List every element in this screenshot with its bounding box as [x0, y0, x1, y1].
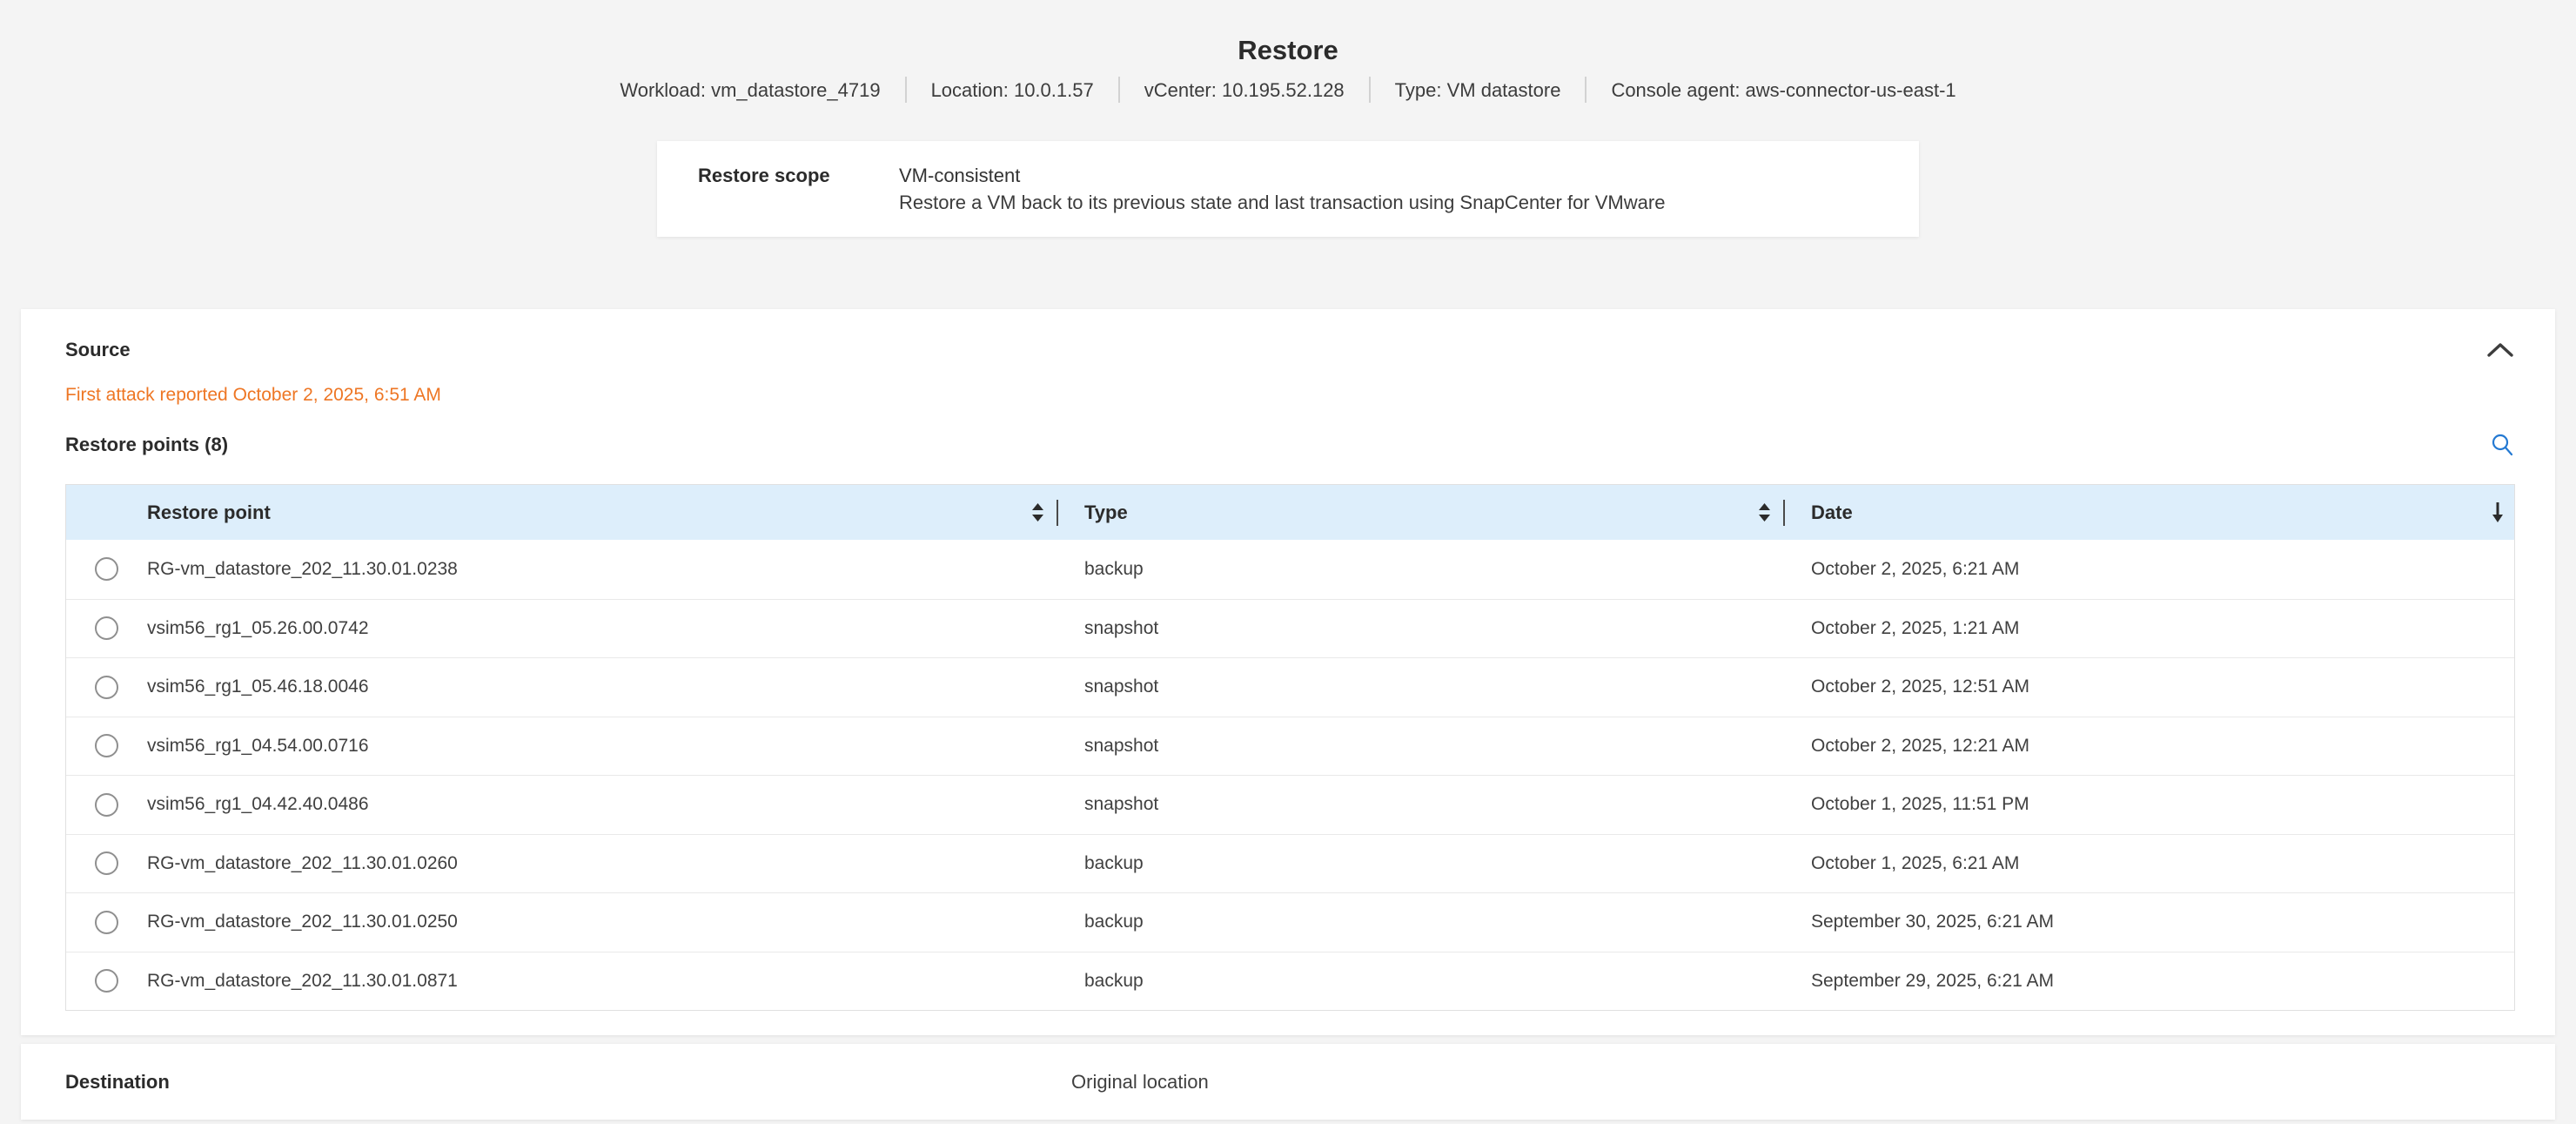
restore-points-table: Restore point Type: [65, 484, 2515, 1011]
restore-point-radio[interactable]: [95, 557, 118, 581]
restore-scope-card: Restore scope VM-consistent Restore a VM…: [657, 141, 1919, 237]
restore-point-name-cell: RG-vm_datastore_202_11.30.01.0260: [147, 853, 1058, 874]
table-header-row: Restore point Type: [66, 485, 2514, 540]
type-cell: snapshot: [1058, 794, 1785, 815]
destination-label: Destination: [65, 1071, 1071, 1094]
date-cell: October 1, 2025, 6:21 AM: [1785, 853, 2514, 874]
table-row[interactable]: vsim56_rg1_04.54.00.0716 snapshot Octobe…: [66, 717, 2514, 776]
meta-console-agent: Console agent: aws-connector-us-east-1: [1611, 78, 1955, 102]
meta-separator: [1585, 77, 1587, 103]
date-cell: October 2, 2025, 12:51 AM: [1785, 676, 2514, 697]
sort-both-icon[interactable]: [1758, 503, 1771, 522]
source-section-title: Source: [65, 339, 131, 361]
restore-point-radio[interactable]: [95, 911, 118, 934]
column-header-date[interactable]: Date: [1785, 485, 2514, 540]
column-header-restore-point[interactable]: Restore point: [147, 485, 1058, 540]
restore-point-name-cell: RG-vm_datastore_202_11.30.01.0871: [147, 971, 1058, 992]
radio-column-header: [66, 485, 147, 540]
restore-points-count-label: Restore points (8): [65, 434, 228, 456]
table-row[interactable]: vsim56_rg1_05.46.18.0046 snapshot Octobe…: [66, 657, 2514, 717]
arrow-down-icon[interactable]: [2490, 501, 2506, 524]
restore-point-radio[interactable]: [95, 734, 118, 757]
restore-point-name-cell: RG-vm_datastore_202_11.30.01.0250: [147, 912, 1058, 932]
meta-vcenter: vCenter: 10.195.52.128: [1144, 78, 1345, 102]
search-icon[interactable]: [2489, 432, 2515, 458]
table-row[interactable]: vsim56_rg1_04.42.40.0486 snapshot Octobe…: [66, 775, 2514, 834]
restore-scope-description: Restore a VM back to its previous state …: [899, 191, 1665, 214]
sort-both-icon[interactable]: [1031, 503, 1044, 522]
first-attack-alert: First attack reported October 2, 2025, 6…: [65, 384, 2515, 406]
page-header: Restore Workload: vm_datastore_4719 Loca…: [0, 0, 2576, 103]
table-row[interactable]: RG-vm_datastore_202_11.30.01.0871 backup…: [66, 952, 2514, 1011]
date-cell: September 30, 2025, 6:21 AM: [1785, 912, 2514, 932]
restore-scope-value: VM-consistent: [899, 164, 1665, 187]
restore-point-name-cell: RG-vm_datastore_202_11.30.01.0238: [147, 559, 1058, 580]
meta-type: Type: VM datastore: [1395, 78, 1561, 102]
restore-scope-label: Restore scope: [698, 164, 899, 214]
date-cell: October 2, 2025, 6:21 AM: [1785, 559, 2514, 580]
table-row[interactable]: RG-vm_datastore_202_11.30.01.0260 backup…: [66, 834, 2514, 893]
column-header-type[interactable]: Type: [1058, 485, 1785, 540]
page-title: Restore: [0, 35, 2576, 66]
workload-meta-row: Workload: vm_datastore_4719 Location: 10…: [0, 77, 2576, 103]
date-cell: October 2, 2025, 1:21 AM: [1785, 618, 2514, 639]
source-panel: Source First attack reported October 2, …: [21, 309, 2555, 1035]
type-cell: backup: [1058, 912, 1785, 932]
restore-point-name-cell: vsim56_rg1_04.54.00.0716: [147, 736, 1058, 757]
restore-point-radio[interactable]: [95, 969, 118, 993]
type-cell: snapshot: [1058, 618, 1785, 639]
date-cell: October 2, 2025, 12:21 AM: [1785, 736, 2514, 757]
type-cell: backup: [1058, 853, 1785, 874]
table-row[interactable]: vsim56_rg1_05.26.00.0742 snapshot Octobe…: [66, 599, 2514, 658]
meta-workload: Workload: vm_datastore_4719: [620, 78, 880, 102]
type-cell: snapshot: [1058, 736, 1785, 757]
destination-value: Original location: [1071, 1071, 1209, 1094]
type-cell: snapshot: [1058, 676, 1785, 697]
date-cell: September 29, 2025, 6:21 AM: [1785, 971, 2514, 992]
restore-point-radio[interactable]: [95, 851, 118, 875]
restore-point-radio[interactable]: [95, 676, 118, 699]
chevron-up-icon[interactable]: [2485, 340, 2515, 360]
restore-scope-content: VM-consistent Restore a VM back to its p…: [899, 164, 1665, 214]
restore-point-radio[interactable]: [95, 793, 118, 817]
meta-separator: [905, 77, 907, 103]
type-cell: backup: [1058, 971, 1785, 992]
type-cell: backup: [1058, 559, 1785, 580]
meta-location: Location: 10.0.1.57: [931, 78, 1094, 102]
table-row[interactable]: RG-vm_datastore_202_11.30.01.0238 backup…: [66, 540, 2514, 599]
restore-point-name-cell: vsim56_rg1_04.42.40.0486: [147, 794, 1058, 815]
date-cell: October 1, 2025, 11:51 PM: [1785, 794, 2514, 815]
restore-point-radio[interactable]: [95, 616, 118, 640]
restore-point-name-cell: vsim56_rg1_05.26.00.0742: [147, 618, 1058, 639]
meta-separator: [1369, 77, 1371, 103]
table-row[interactable]: RG-vm_datastore_202_11.30.01.0250 backup…: [66, 892, 2514, 952]
destination-panel: Destination Original location: [21, 1044, 2555, 1120]
meta-separator: [1118, 77, 1120, 103]
restore-point-name-cell: vsim56_rg1_05.46.18.0046: [147, 676, 1058, 697]
